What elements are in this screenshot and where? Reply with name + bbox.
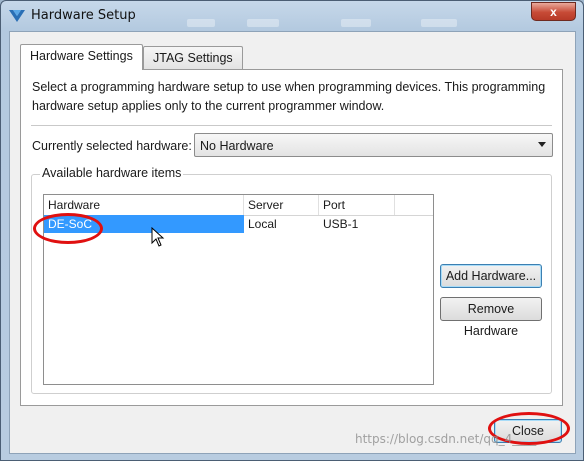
- hardware-settings-panel: Select a programming hardware setup to u…: [20, 69, 563, 406]
- available-hardware-legend: Available hardware items: [40, 166, 184, 180]
- column-header-hardware[interactable]: Hardware: [44, 195, 244, 215]
- current-hardware-value: No Hardware: [200, 139, 274, 153]
- watermark-text: https://blog.csdn.net/qq_4____: [355, 432, 537, 446]
- hardware-table[interactable]: Hardware Server Port DE-SoC Local USB-1: [43, 194, 434, 385]
- table-header: Hardware Server Port: [44, 195, 433, 216]
- description-text: Select a programming hardware setup to u…: [32, 80, 546, 113]
- column-header-server[interactable]: Server: [244, 195, 319, 215]
- tab-label: JTAG Settings: [153, 51, 233, 65]
- window-close-button[interactable]: x: [531, 2, 576, 21]
- window-title: Hardware Setup: [31, 8, 136, 23]
- dialog-body: Hardware Settings JTAG Settings Select a…: [9, 31, 576, 454]
- tab-jtag-settings[interactable]: JTAG Settings: [143, 46, 243, 70]
- background-blur: [341, 19, 371, 27]
- current-hardware-label: Currently selected hardware:: [32, 139, 192, 153]
- mouse-cursor-icon: [151, 227, 165, 247]
- background-blur: [187, 19, 215, 27]
- close-icon: x: [550, 5, 557, 19]
- background-blur: [421, 19, 457, 27]
- cell-hardware[interactable]: DE-SoC: [44, 215, 244, 233]
- cell-port[interactable]: USB-1: [319, 215, 395, 233]
- remove-hardware-button[interactable]: Remove Hardware: [440, 297, 542, 338]
- tab-hardware-settings[interactable]: Hardware Settings: [20, 44, 143, 70]
- hardware-setup-window: Hardware Setup x Hardware Settings JTAG …: [0, 0, 584, 461]
- current-hardware-select[interactable]: No Hardware: [194, 133, 553, 157]
- tab-label: Hardware Settings: [30, 49, 133, 63]
- column-header-port[interactable]: Port: [319, 195, 395, 215]
- table-row[interactable]: DE-SoC Local USB-1: [44, 215, 433, 233]
- dropdown-arrow-icon: [538, 142, 546, 147]
- divider: [31, 125, 552, 126]
- add-hardware-button[interactable]: Add Hardware...: [440, 264, 542, 288]
- cell-server[interactable]: Local: [244, 215, 319, 233]
- background-blur: [247, 19, 279, 27]
- title-bar[interactable]: Hardware Setup x: [1, 1, 583, 31]
- available-hardware-group: Available hardware items Hardware Server…: [31, 166, 552, 394]
- altera-logo-icon: [9, 10, 25, 22]
